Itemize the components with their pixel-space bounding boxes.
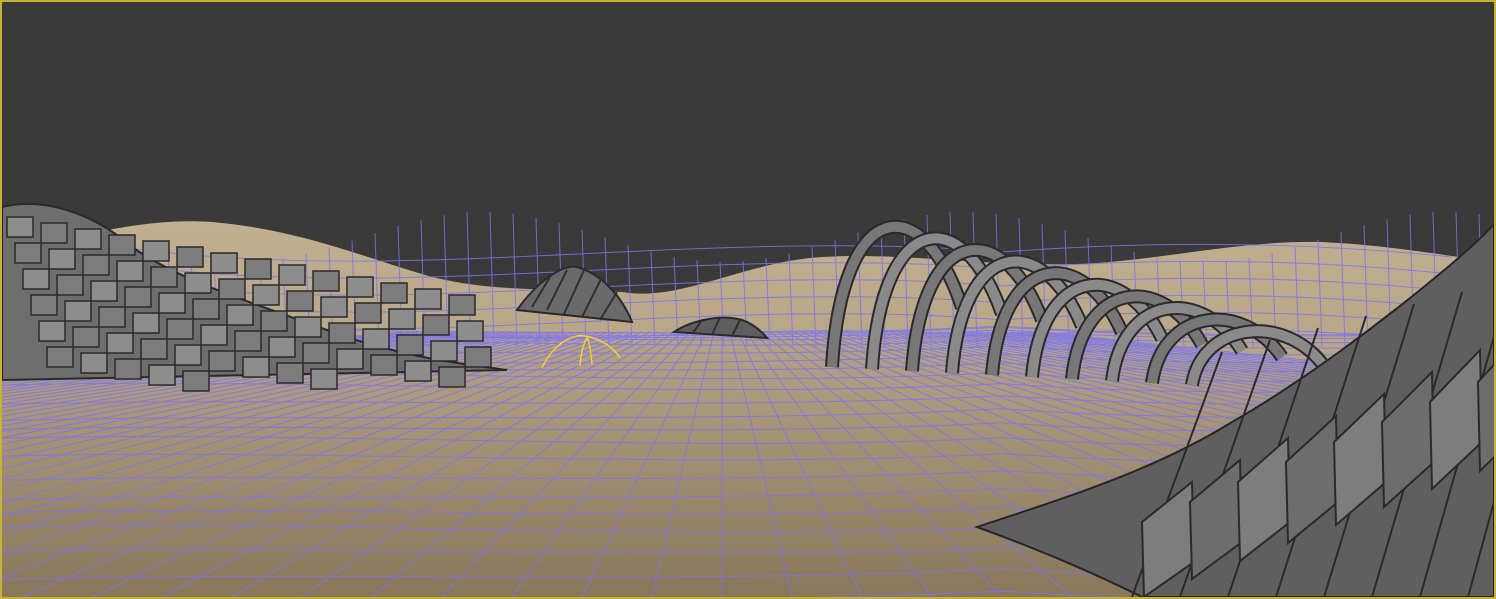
viewport-scene[interactable] <box>2 2 1494 597</box>
3d-viewport[interactable] <box>0 0 1496 599</box>
